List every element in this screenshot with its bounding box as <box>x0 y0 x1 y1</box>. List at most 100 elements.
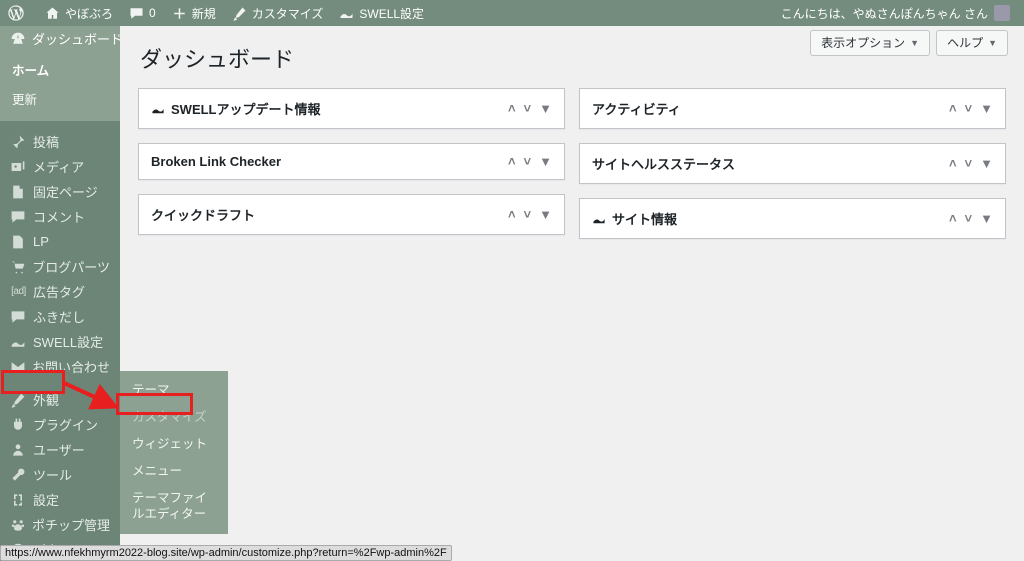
move-up-icon[interactable]: ˄ <box>508 154 516 169</box>
move-down-icon[interactable]: ˅ <box>524 101 532 116</box>
help-button[interactable]: ヘルプ ▼ <box>936 30 1008 56</box>
wordpress-icon <box>8 5 24 21</box>
pin-icon <box>10 134 27 150</box>
sidebar-item-label: メディア <box>33 157 84 176</box>
move-up-icon[interactable]: ˄ <box>949 101 957 116</box>
sidebar-item-label: ダッシュボード <box>32 29 123 48</box>
adminbar-customize[interactable]: カスタマイズ <box>224 0 332 26</box>
sidebar-item-plugins[interactable]: プラグイン <box>0 412 120 437</box>
adminbar-comments-count: 0 <box>149 6 156 20</box>
move-down-icon[interactable]: ˅ <box>965 211 973 226</box>
media-icon <box>10 159 27 175</box>
toggle-icon[interactable]: ▼ <box>539 154 552 169</box>
sidebar-subitem-updates[interactable]: 更新 <box>0 84 120 113</box>
flyout-item-widgets[interactable]: ウィジェット <box>120 431 228 458</box>
toggle-icon[interactable]: ▼ <box>980 101 993 116</box>
move-down-icon[interactable]: ˅ <box>965 101 973 116</box>
chevron-down-icon: ▼ <box>988 38 997 48</box>
sidebar-item-tools[interactable]: ツール <box>0 462 120 487</box>
adminbar-site-name-label: やぼぶろ <box>65 5 113 22</box>
flyout-item-theme-file-editor[interactable]: テーマファイルエディター <box>120 485 228 529</box>
screen-options-label: 表示オプション <box>821 34 905 51</box>
adminbar-customize-label: カスタマイズ <box>252 5 324 22</box>
wrench-icon <box>10 467 27 483</box>
toggle-icon[interactable]: ▼ <box>539 207 552 222</box>
move-down-icon[interactable]: ˅ <box>524 154 532 169</box>
adminbar-new[interactable]: 新規 <box>164 0 224 26</box>
sidebar-item-label: 投稿 <box>33 132 59 151</box>
sidebar-item-pages[interactable]: 固定ページ <box>0 179 120 204</box>
ad-icon: [ad] <box>10 286 27 297</box>
sidebar-item-dashboard[interactable]: ダッシュボード <box>0 26 120 51</box>
sidebar-item-comments[interactable]: コメント <box>0 204 120 229</box>
admin-bar: やぼぶろ 0 新規 カスタマイズ <box>0 0 1024 26</box>
admin-sidebar: ダッシュボード ホーム 更新 投稿 メディア 固定ページ コメント LP ブロ <box>0 26 120 561</box>
screen-options-button[interactable]: 表示オプション ▼ <box>810 30 930 56</box>
user-icon <box>10 442 27 458</box>
sidebar-item-blogparts[interactable]: ブログパーツ <box>0 254 120 279</box>
brush-icon <box>10 392 27 408</box>
postbox-title: サイトヘルスステータス <box>592 154 735 173</box>
postbox-title: SWELLアップデート情報 <box>171 99 321 118</box>
postbox-title: クイックドラフト <box>151 205 255 224</box>
sidebar-item-posts[interactable]: 投稿 <box>0 129 120 154</box>
plugin-icon <box>10 417 27 433</box>
postbox-site-info: サイト情報 ˄ ˅ ▼ <box>579 198 1006 239</box>
page-icon <box>10 234 27 250</box>
move-up-icon[interactable]: ˄ <box>949 156 957 171</box>
adminbar-new-label: 新規 <box>192 5 216 22</box>
sidebar-item-label: ふきだし <box>33 307 85 326</box>
move-up-icon[interactable]: ˄ <box>949 211 957 226</box>
move-up-icon[interactable]: ˄ <box>508 101 516 116</box>
swell-icon <box>592 212 606 226</box>
swell-icon <box>339 6 354 21</box>
adminbar-swell[interactable]: SWELL設定 <box>331 0 432 26</box>
flyout-item-menus[interactable]: メニュー <box>120 458 228 485</box>
toggle-icon[interactable]: ▼ <box>980 156 993 171</box>
sidebar-item-label: 設定 <box>33 490 59 509</box>
adminbar-comments[interactable]: 0 <box>121 0 164 26</box>
mail-icon <box>10 359 26 375</box>
postbox-broken-link: Broken Link Checker ˄ ˅ ▼ <box>138 143 565 180</box>
postbox-quick-draft: クイックドラフト ˄ ˅ ▼ <box>138 194 565 235</box>
paw-icon <box>10 517 26 533</box>
adminbar-site-name[interactable]: やぼぶろ <box>37 0 121 26</box>
sidebar-item-swell[interactable]: SWELL設定 <box>0 329 120 354</box>
postbox-activity: アクティビティ ˄ ˅ ▼ <box>579 88 1006 129</box>
postbox-title: Broken Link Checker <box>151 154 281 169</box>
sidebar-item-lp[interactable]: LP <box>0 229 120 254</box>
sidebar-item-label: LP <box>33 234 49 249</box>
sidebar-item-label: ブログパーツ <box>32 257 110 276</box>
cart-icon <box>10 259 26 275</box>
sidebar-item-adtag[interactable]: [ad] 広告タグ <box>0 279 120 304</box>
plus-icon <box>172 6 187 21</box>
swell-icon <box>151 102 165 116</box>
sidebar-item-users[interactable]: ユーザー <box>0 437 120 462</box>
move-down-icon[interactable]: ˅ <box>965 156 973 171</box>
adminbar-user-greeting[interactable]: こんにちは、やぬさんぽんちゃん さん <box>773 0 1018 26</box>
sidebar-item-label: お問い合わせ <box>32 357 110 376</box>
avatar <box>994 5 1010 21</box>
sidebar-item-label: プラグイン <box>33 415 98 434</box>
flyout-item-themes[interactable]: テーマ <box>120 377 228 404</box>
sidebar-item-fukidashi[interactable]: ふきだし <box>0 304 120 329</box>
adminbar-wp-logo[interactable] <box>0 0 37 26</box>
sidebar-item-label: ツール <box>33 465 72 484</box>
toggle-icon[interactable]: ▼ <box>980 211 993 226</box>
sidebar-item-appearance[interactable]: 外観 <box>0 387 120 412</box>
sidebar-item-label: 固定ページ <box>33 182 98 201</box>
sidebar-item-settings[interactable]: 設定 <box>0 487 120 512</box>
sidebar-item-contact[interactable]: お問い合わせ <box>0 354 120 379</box>
sidebar-item-label: ユーザー <box>33 440 85 459</box>
move-down-icon[interactable]: ˅ <box>524 207 532 222</box>
sidebar-item-label: コメント <box>33 207 85 226</box>
sidebar-item-pochipp[interactable]: ポチップ管理 <box>0 512 120 537</box>
sidebar-item-media[interactable]: メディア <box>0 154 120 179</box>
sidebar-subitem-home[interactable]: ホーム <box>0 55 120 84</box>
toggle-icon[interactable]: ▼ <box>539 101 552 116</box>
appearance-flyout: テーマ カスタマイズ ウィジェット メニュー テーマファイルエディター <box>120 371 228 534</box>
help-label: ヘルプ <box>947 34 983 51</box>
page-icon <box>10 184 27 200</box>
flyout-item-customize[interactable]: カスタマイズ <box>120 404 228 431</box>
move-up-icon[interactable]: ˄ <box>508 207 516 222</box>
